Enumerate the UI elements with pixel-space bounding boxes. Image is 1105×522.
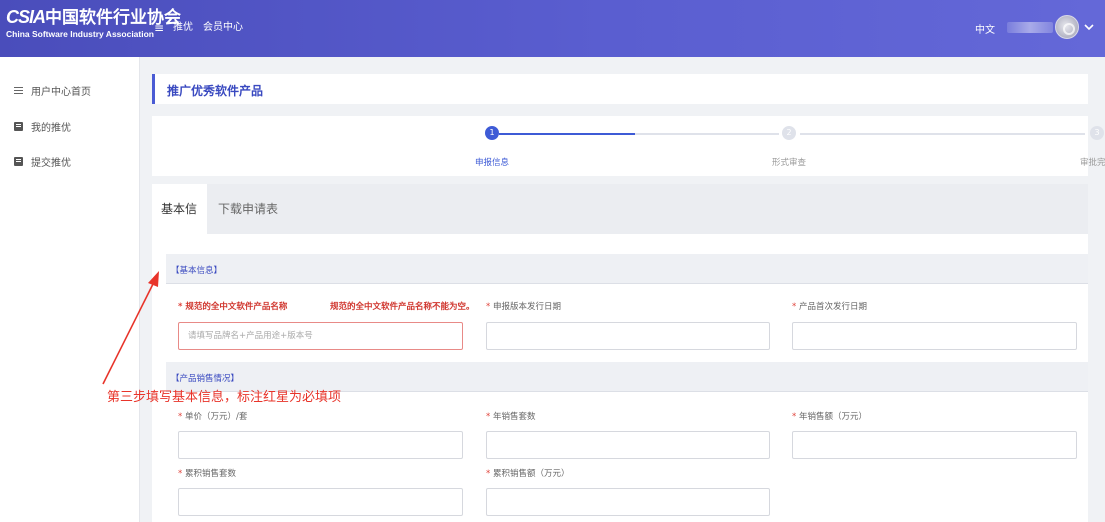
sidebar-item-user-center-home[interactable]: 用户中心首页 — [14, 82, 91, 98]
language-switch[interactable]: 中文 — [975, 21, 995, 36]
chevron-down-icon[interactable] — [1083, 21, 1095, 33]
step-1-circle: 1 — [485, 126, 499, 140]
sidebar-item-my-recommendations[interactable]: 我的推优 — [14, 118, 71, 134]
product-name-label: * 规范的全中文软件产品名称 — [178, 302, 288, 312]
step-line-active — [499, 133, 635, 135]
document-icon — [14, 156, 23, 166]
step-3-label: 审批完成 — [1079, 158, 1105, 168]
total-sets-input[interactable] — [178, 488, 463, 516]
nav-item-member-center[interactable]: 会员中心 — [203, 21, 243, 35]
top-navigation-bar: CSIA中国软件行业协会 China Software Industry Ass… — [0, 0, 1105, 57]
annotation-text: 第三步填写基本信息，标注红星为必填项 — [107, 390, 342, 405]
release-date-input[interactable] — [486, 322, 770, 350]
unit-price-label: * 单价（万元）/套 — [178, 412, 248, 422]
logo-subtitle: China Software Industry Association — [6, 29, 154, 39]
step-1-label: 申报信息 — [474, 158, 509, 168]
nav-item-recommend[interactable]: 推优 — [173, 21, 193, 35]
step-3-circle: 3 — [1090, 126, 1104, 140]
first-release-date-label: * 产品首次发行日期 — [792, 302, 867, 312]
sidebar-item-label: 用户中心首页 — [31, 86, 91, 98]
sidebar-item-label: 提交推优 — [31, 157, 71, 169]
step-line — [800, 133, 1085, 135]
step-line — [635, 133, 779, 135]
first-release-date-input[interactable] — [792, 322, 1077, 350]
document-icon — [14, 121, 23, 131]
sidebar-item-submit-recommendation[interactable]: 提交推优 — [14, 153, 71, 169]
total-sales-label: * 累积销售额（万元） — [486, 469, 570, 479]
sidebar-item-label: 我的推优 — [31, 122, 71, 134]
annual-sets-input[interactable] — [486, 431, 770, 459]
annual-sales-input[interactable] — [792, 431, 1077, 459]
page-header: 推广优秀软件产品 — [152, 74, 1088, 104]
avatar[interactable] — [1055, 15, 1079, 39]
annual-sets-label: * 年销售套数 — [486, 412, 536, 422]
unit-price-input[interactable] — [178, 431, 463, 459]
total-sales-input[interactable] — [486, 488, 770, 516]
sidebar: 用户中心首页 我的推优 提交推优 — [0, 57, 140, 522]
tab-download-form[interactable]: 下载申请表 — [209, 184, 287, 234]
tab-bar: 基本信息 下载申请表 — [152, 184, 1088, 266]
page-title: 推广优秀软件产品 — [167, 84, 264, 98]
list-icon — [14, 86, 23, 94]
release-date-label: * 申报版本发行日期 — [486, 302, 561, 312]
csia-logo[interactable]: CSIA中国软件行业协会 China Software Industry Ass… — [6, 6, 182, 50]
tab-basic-info[interactable]: 基本信息 — [152, 184, 207, 266]
step-2-label: 形式审查 — [771, 158, 806, 168]
menu-icon[interactable]: ≡ — [153, 21, 165, 35]
step-2-circle: 2 — [782, 126, 796, 140]
product-name-input[interactable]: 请填写品牌名+产品用途+版本号 — [178, 322, 463, 350]
logo-title: CSIA中国软件行业协会 — [6, 7, 182, 27]
section-header-basic-info: 【基本信息】 — [166, 254, 1088, 284]
section-title: 【产品销售情况】 — [171, 374, 240, 384]
product-name-error: 规范的全中文软件产品名称不能为空。 — [330, 302, 475, 312]
section-title: 【基本信息】 — [171, 266, 223, 276]
annual-sales-label: * 年销售额（万元） — [792, 412, 867, 422]
progress-steps: 1 2 3 申报信息 形式审查 审批完成 — [152, 116, 1105, 176]
total-sets-label: * 累积销售套数 — [178, 469, 236, 479]
username-blurred — [1007, 22, 1053, 33]
